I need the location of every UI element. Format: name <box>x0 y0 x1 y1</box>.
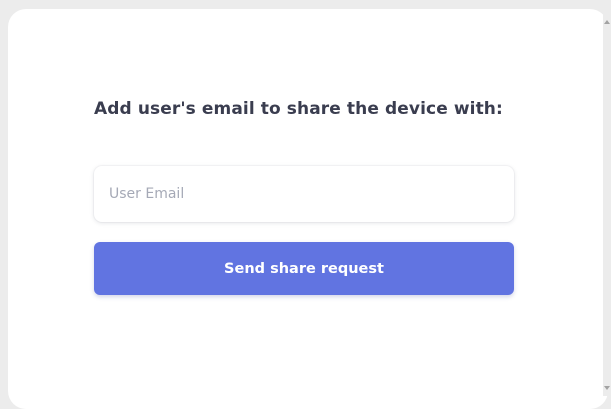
user-email-input[interactable] <box>94 166 514 222</box>
share-device-dialog: Add user's email to share the device wit… <box>8 9 608 409</box>
vertical-scrollbar[interactable] <box>603 0 611 396</box>
send-share-request-button[interactable]: Send share request <box>94 242 514 295</box>
scroll-down-arrow-icon[interactable] <box>604 386 610 390</box>
scroll-up-arrow-icon[interactable] <box>604 20 610 24</box>
share-prompt-heading: Add user's email to share the device wit… <box>94 99 503 119</box>
